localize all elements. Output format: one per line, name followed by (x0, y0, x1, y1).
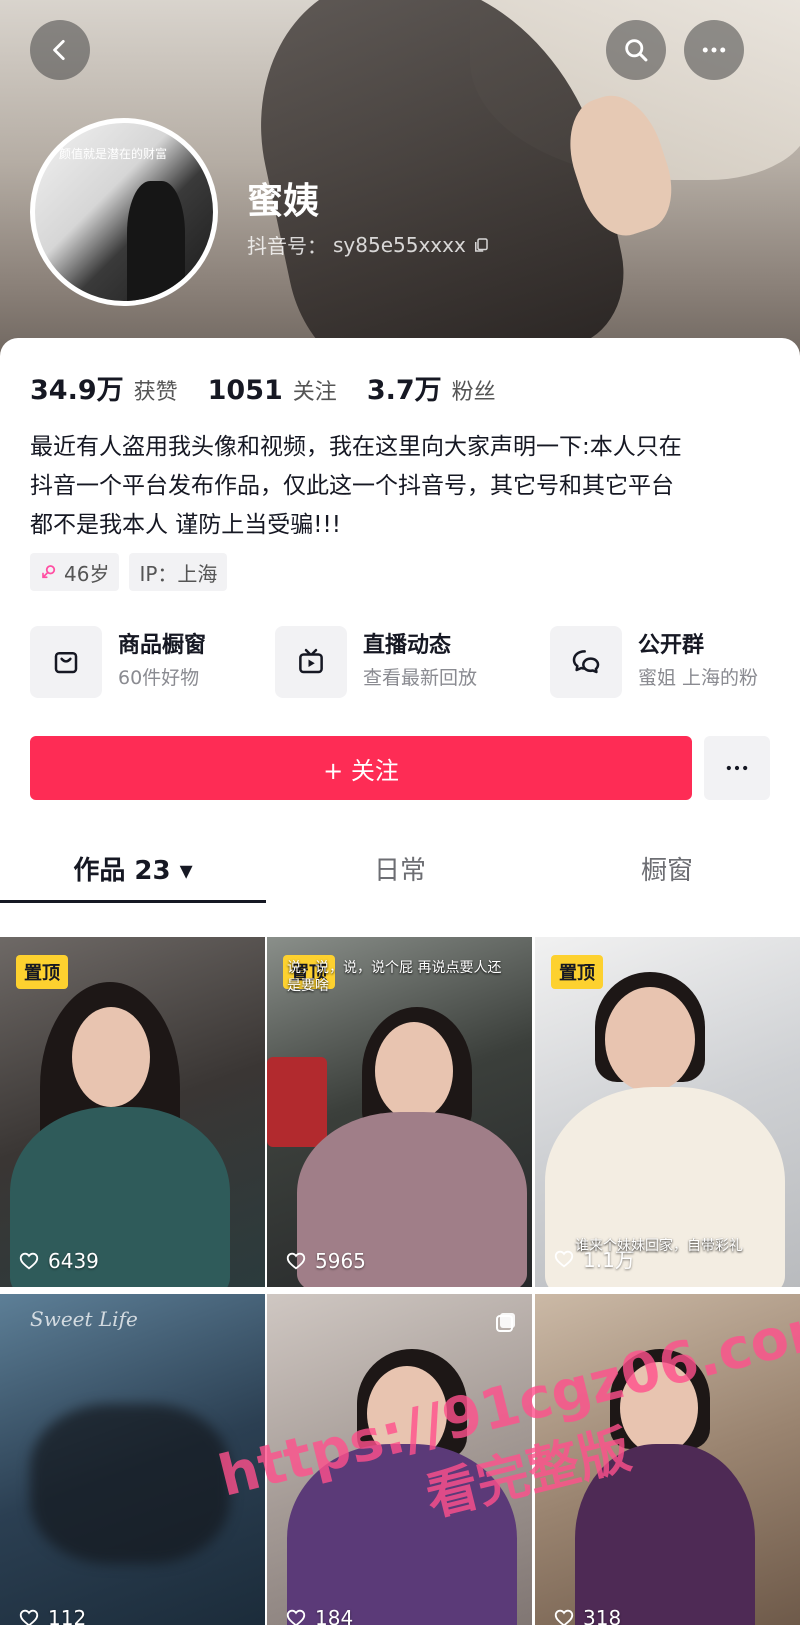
search-icon (625, 39, 648, 62)
age-tag: 46岁 (30, 553, 120, 591)
video-thumbnail-face (72, 1007, 150, 1107)
douyin-id-row: 抖音号： sy85e55xxxx (247, 230, 490, 259)
heart-icon (286, 1609, 306, 1625)
like-count-value: 184 (315, 1606, 354, 1625)
avatar-overlay-text: 颜值就是潜在的财富 (59, 147, 168, 161)
video-thumbnail-figure (30, 1404, 230, 1564)
video-thumbnail-car-seat (267, 1057, 327, 1147)
search-button[interactable] (606, 20, 666, 80)
more-dots-icon (702, 47, 726, 53)
age-text: 46岁 (64, 561, 110, 586)
ip-text: IP：上海 (139, 561, 218, 586)
bag-icon (54, 652, 78, 674)
more-dots-icon (726, 765, 748, 771)
heart-icon (554, 1250, 574, 1267)
follow-button[interactable]: + 关注 (30, 736, 692, 800)
feature-title: 公开群 (638, 633, 705, 658)
tv-icon (299, 648, 323, 674)
like-count: 184 (285, 1606, 353, 1625)
video-thumbnail-face (375, 1022, 453, 1120)
back-button[interactable] (30, 20, 90, 80)
stat-label: 粉丝 (451, 380, 496, 405)
feature-title: 直播动态 (363, 633, 452, 658)
like-count: 112 (18, 1606, 86, 1625)
feature-shop-window[interactable]: 商品橱窗 60件好物 (30, 626, 206, 698)
like-count-value: 318 (583, 1606, 622, 1625)
chevron-left-icon (53, 39, 65, 61)
like-count: 5965 (285, 1249, 366, 1273)
feature-subtitle: 60件好物 (118, 667, 200, 689)
stats-row: 34.9万 获赞 1051 关注 3.7万 粉丝 (30, 368, 496, 407)
stat-value: 1051 (207, 375, 283, 406)
like-count-value: 112 (48, 1606, 87, 1625)
tab-daily[interactable]: 日常 (266, 838, 534, 898)
stat-following[interactable]: 1051 关注 (208, 374, 337, 406)
bio: 最近有人盗用我头像和视频，我在这里向大家声明一下:本人只在 抖音一个平台发布作品… (30, 428, 770, 545)
like-count-value: 6439 (48, 1249, 99, 1273)
bio-line: 都不是我本人 谨防上当受骗!!! (30, 512, 341, 538)
feature-row: 商品橱窗 60件好物 直播动态 查看最新回放 公开群 蜜姐 上海的粉 (30, 626, 800, 706)
video-caption: Sweet Life (30, 1307, 138, 1331)
copy-icon[interactable] (472, 236, 490, 254)
heart-icon (19, 1252, 39, 1270)
video-caption: 说，说，说，说个屁 再说点要人还是要啥 (287, 960, 502, 994)
stat-value: 3.7万 (366, 375, 442, 406)
heart-icon (286, 1252, 306, 1270)
tab-shop-window[interactable]: 橱窗 (534, 838, 800, 898)
ip-tag: IP：上海 (129, 553, 228, 591)
follow-more-button[interactable] (704, 736, 770, 800)
like-count-value: 5965 (315, 1249, 366, 1273)
avatar-figure (127, 181, 185, 301)
stat-followers[interactable]: 3.7万 粉丝 (367, 368, 496, 407)
tab-indicator (0, 900, 266, 903)
feature-public-group[interactable]: 公开群 蜜姐 上海的粉 (550, 626, 758, 698)
like-count: 318 (553, 1606, 621, 1625)
heart-icon (554, 1609, 574, 1625)
video-caption: 谁来个妹妹回家，自带彩礼 (575, 1238, 743, 1254)
like-count: 6439 (18, 1249, 99, 1273)
video-thumbnail-face (605, 987, 695, 1092)
stat-label: 关注 (292, 380, 337, 405)
bio-line: 最近有人盗用我头像和视频，我在这里向大家声明一下:本人只在 (30, 434, 682, 460)
tab-works[interactable]: 作品 23 ▾ (0, 838, 266, 898)
feature-subtitle: 查看最新回放 (363, 667, 478, 689)
pinned-badge: 置顶 (16, 955, 68, 989)
more-options-button[interactable] (684, 20, 744, 80)
chat-icon (572, 650, 600, 674)
feature-live-updates[interactable]: 直播动态 查看最新回放 (275, 626, 477, 698)
stat-label: 获赞 (133, 380, 178, 405)
feature-icon (275, 626, 347, 698)
profile-tags: 46岁 IP：上海 (30, 553, 228, 591)
douyin-id-value: sy85e55xxxx (333, 232, 466, 257)
pinned-badge: 置顶 (551, 955, 603, 989)
feature-icon (30, 626, 102, 698)
nickname: 蜜姨 (247, 181, 320, 222)
douyin-id-label: 抖音号： (247, 234, 327, 258)
content-tabs: 作品 23 ▾ 日常 橱窗 (0, 838, 800, 903)
avatar[interactable]: 颜值就是潜在的财富 (30, 118, 218, 306)
feature-subtitle: 蜜姐 上海的粉 (638, 667, 759, 689)
female-icon (42, 565, 56, 579)
multi-image-icon (496, 1313, 515, 1332)
stat-likes[interactable]: 34.9万 获赞 (30, 368, 178, 407)
feature-icon (550, 626, 622, 698)
video-tile[interactable]: 置顶 6439 (0, 937, 265, 1287)
heart-icon (19, 1609, 39, 1625)
feature-title: 商品橱窗 (118, 633, 207, 658)
bio-line: 抖音一个平台发布作品，仅此这一个抖音号，其它号和其它平台 (30, 473, 674, 499)
stat-value: 34.9万 (30, 375, 124, 406)
